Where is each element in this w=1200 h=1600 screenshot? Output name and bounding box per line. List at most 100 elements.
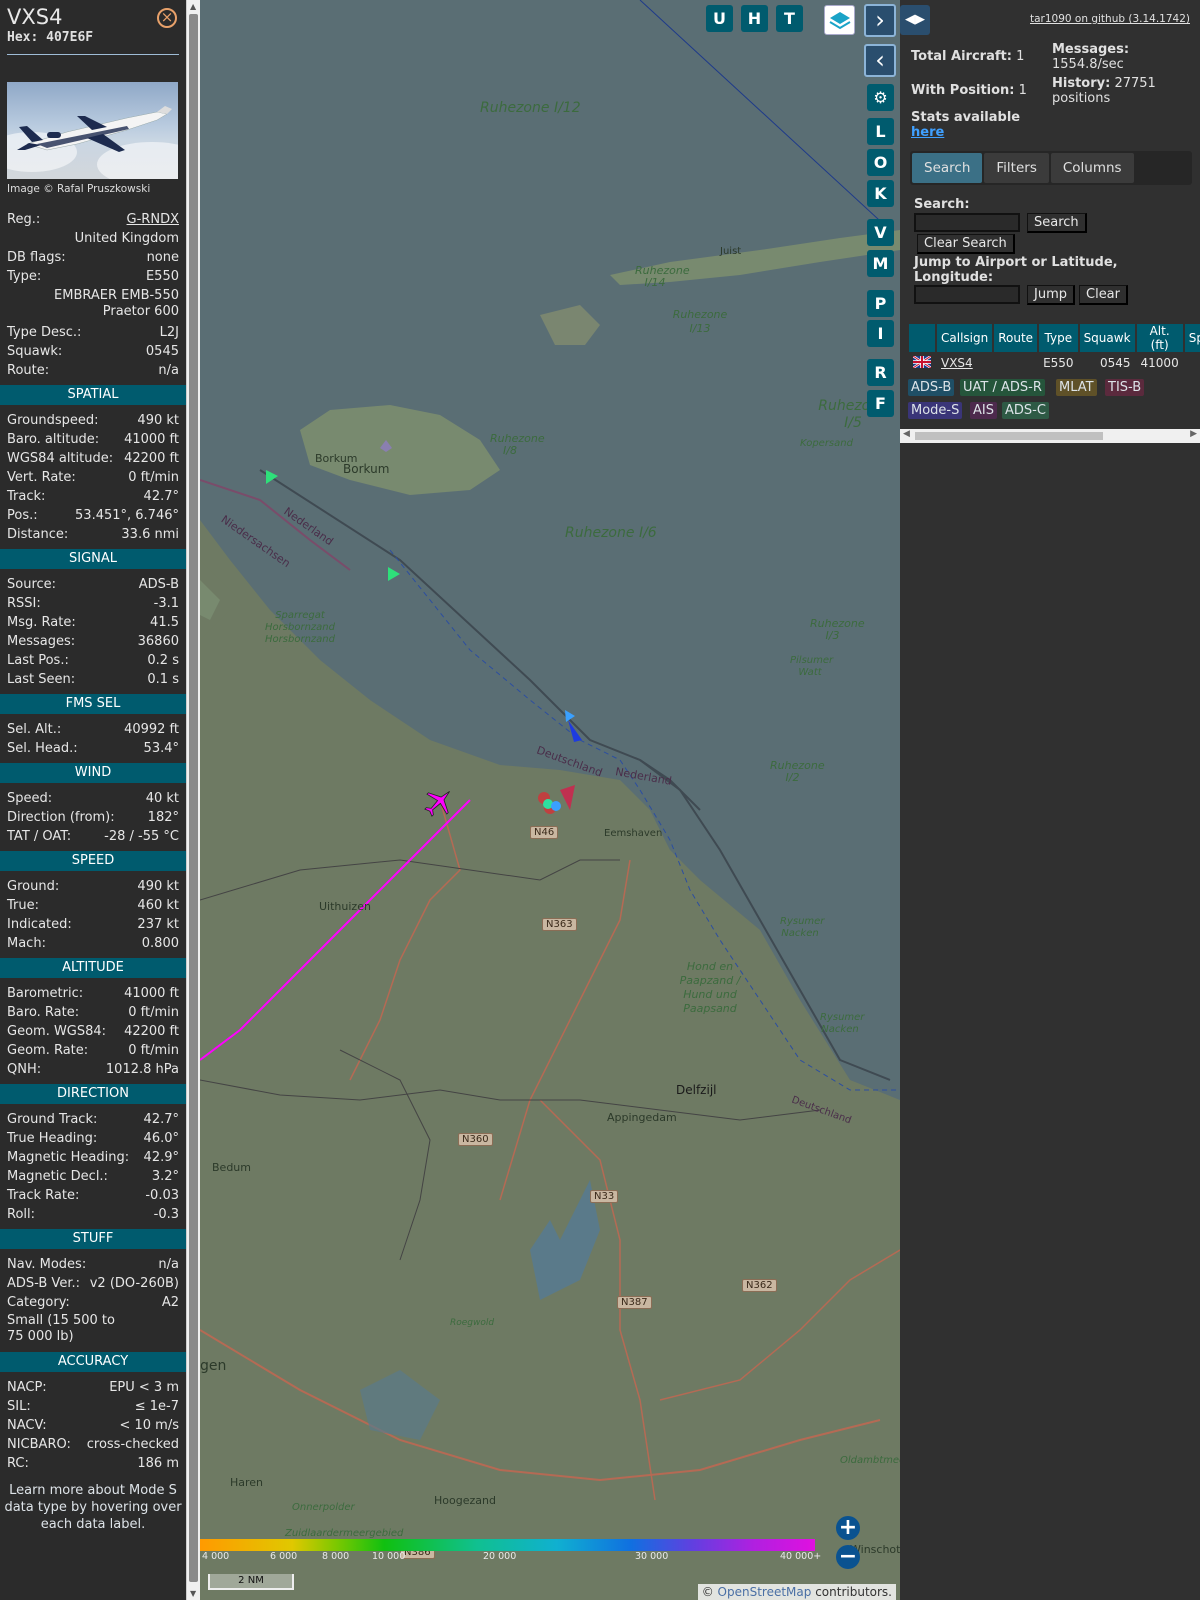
road-n363: N363 <box>542 918 577 931</box>
detail-row: Roll: -0.3 <box>7 1205 179 1224</box>
stats-link[interactable]: here <box>911 125 944 140</box>
road-n362: N362 <box>742 1279 777 1292</box>
photo-credit: Image © Rafal Pruszkowski <box>7 183 151 195</box>
jump-button[interactable]: Jump <box>1027 285 1075 305</box>
side-button-i[interactable]: I <box>867 320 894 347</box>
detail-row: Source: ADS-B <box>7 575 179 594</box>
clear-search-button[interactable]: Clear Search <box>917 234 1015 254</box>
detail-label: Ground: <box>7 879 60 894</box>
col-spd[interactable]: Spd. <box>1184 324 1200 352</box>
dbflags-label: DB flags: <box>7 250 66 265</box>
cell-callsign[interactable]: VXS4 <box>937 352 992 374</box>
map-view[interactable]: Ruhezone I/12 Ruhezone I/6 Ruhezone I/14… <box>200 0 900 1600</box>
col-squawk[interactable]: Squawk <box>1079 324 1135 352</box>
github-link[interactable]: tar1090 on github (3.14.1742) <box>1030 13 1190 25</box>
legend-tisb-label: TIS-B <box>1108 380 1142 395</box>
detail-row: Track Rate: -0.03 <box>7 1186 179 1205</box>
legend-modes[interactable]: Mode-S <box>908 402 963 419</box>
side-button-v[interactable]: V <box>867 219 894 246</box>
detail-label: True: <box>7 898 39 913</box>
legend-tisb[interactable]: TIS-B <box>1105 379 1145 396</box>
detail-value: A2 <box>161 1295 179 1310</box>
scrollbar-thumb[interactable] <box>189 14 198 1582</box>
side-button-o[interactable]: O <box>867 149 894 176</box>
layer-button-h[interactable]: H <box>741 5 768 32</box>
side-button-l[interactable]: L <box>867 118 894 145</box>
layer-button-u[interactable]: U <box>706 5 733 32</box>
legend-adsc[interactable]: ADS-C <box>1002 402 1049 419</box>
reg-link[interactable]: G-RNDX <box>127 210 179 229</box>
col-type[interactable]: Type <box>1039 324 1078 352</box>
osm-link[interactable]: OpenStreetMap <box>718 1585 812 1599</box>
cell-route <box>994 352 1037 374</box>
detail-row: Vert. Rate: 0 ft/min <box>7 468 179 487</box>
side-button-r[interactable]: R <box>867 359 894 386</box>
altitude-tick: 8 000 <box>322 1551 350 1562</box>
hscroll-thumb[interactable] <box>915 432 1103 440</box>
detail-row: True: 460 kt <box>7 896 179 915</box>
cell-spd: 4 <box>1185 352 1200 374</box>
legend-adsb[interactable]: ADS-B <box>908 379 955 396</box>
detail-row: Messages: 36860 <box>7 632 179 651</box>
search-button[interactable]: Search <box>1027 213 1087 233</box>
detail-value: -0.03 <box>145 1188 179 1203</box>
side-button-k[interactable]: K <box>867 180 894 207</box>
hex-code: Hex: 407E6F <box>7 30 94 45</box>
history-label: History: <box>1052 76 1111 91</box>
legend-ais[interactable]: AIS <box>970 402 997 419</box>
side-button-m[interactable]: M <box>867 250 894 277</box>
chevron-left-icon[interactable]: ‹ <box>864 44 896 77</box>
altitude-tick: 40 000+ <box>780 1551 822 1562</box>
detail-label: Geom. Rate: <box>7 1043 89 1058</box>
table-row[interactable]: VXS4 E550 0545 41000 4 <box>909 352 1200 374</box>
scroll-down-icon[interactable]: ▼ <box>190 1589 196 1598</box>
selected-aircraft-icon[interactable] <box>422 785 456 819</box>
zoom-in-icon[interactable]: + <box>836 1516 860 1540</box>
scroll-right-icon[interactable]: ▶ <box>1190 429 1197 439</box>
section-header-fms-sel: FMS SEL <box>0 694 186 714</box>
total-aircraft-label: Total Aircraft: <box>911 49 1012 64</box>
clear-button[interactable]: Clear <box>1079 285 1128 305</box>
detail-label: Track: <box>7 489 46 504</box>
tab-filters[interactable]: Filters <box>984 153 1049 183</box>
detail-value: 41000 ft <box>124 986 179 1001</box>
legend-uat[interactable]: UAT / ADS-R <box>960 379 1045 396</box>
sidebar-scrollbar[interactable]: ▲ ▼ <box>186 0 200 1600</box>
tab-columns[interactable]: Columns <box>1050 153 1134 183</box>
altitude-tick: 30 000 <box>635 1551 669 1562</box>
detail-value: ≤ 1e-7 <box>134 1399 179 1414</box>
settings-gear-icon[interactable]: ⚙ <box>867 84 894 111</box>
typedesc-value: L2J <box>159 325 179 340</box>
altitude-tick-labels: 4 000 6 000 8 000 10 000 20 000 30 000 4… <box>200 1551 840 1566</box>
side-button-p[interactable]: P <box>867 290 894 317</box>
label-oldambtmeer: Oldambtmeer <box>840 1455 900 1466</box>
detail-value: 41000 ft <box>124 432 179 447</box>
col-callsign[interactable]: Callsign <box>937 324 993 352</box>
table-horizontal-scrollbar[interactable]: ◀ ▶ <box>900 429 1200 443</box>
layer-button-t[interactable]: T <box>776 5 803 32</box>
section-header-spatial: SPATIAL <box>0 385 186 405</box>
typename-row: EMBRAER EMB-550 Praetor 600 <box>7 286 179 323</box>
scroll-left-icon[interactable]: ◀ <box>903 429 910 439</box>
layers-icon[interactable] <box>824 5 855 35</box>
detail-row: True Heading: 46.0° <box>7 1129 179 1148</box>
col-flag[interactable] <box>909 324 935 352</box>
chevron-right-icon[interactable]: › <box>864 4 896 37</box>
col-alt[interactable]: Alt. (ft) <box>1136 324 1183 352</box>
expand-arrows-icon[interactable]: ◀▶ <box>900 5 930 35</box>
label-gen: gen <box>200 1358 227 1374</box>
detail-label: Msg. Rate: <box>7 615 76 630</box>
search-input[interactable] <box>914 213 1020 232</box>
jump-input[interactable] <box>914 285 1020 304</box>
legend-mlat[interactable]: MLAT <box>1056 379 1097 396</box>
detail-value: 0 ft/min <box>128 1005 179 1020</box>
scroll-up-icon[interactable]: ▲ <box>190 2 196 11</box>
detail-value: -28 / -55 °C <box>104 829 179 844</box>
side-button-f[interactable]: F <box>867 390 894 417</box>
close-icon[interactable]: × <box>157 8 177 28</box>
tab-search[interactable]: Search <box>912 153 983 183</box>
col-route[interactable]: Route <box>994 324 1038 352</box>
aircraft-photo[interactable] <box>7 82 178 179</box>
section-header-altitude: ALTITUDE <box>0 958 186 978</box>
dbflags-row: DB flags: none <box>7 248 179 267</box>
